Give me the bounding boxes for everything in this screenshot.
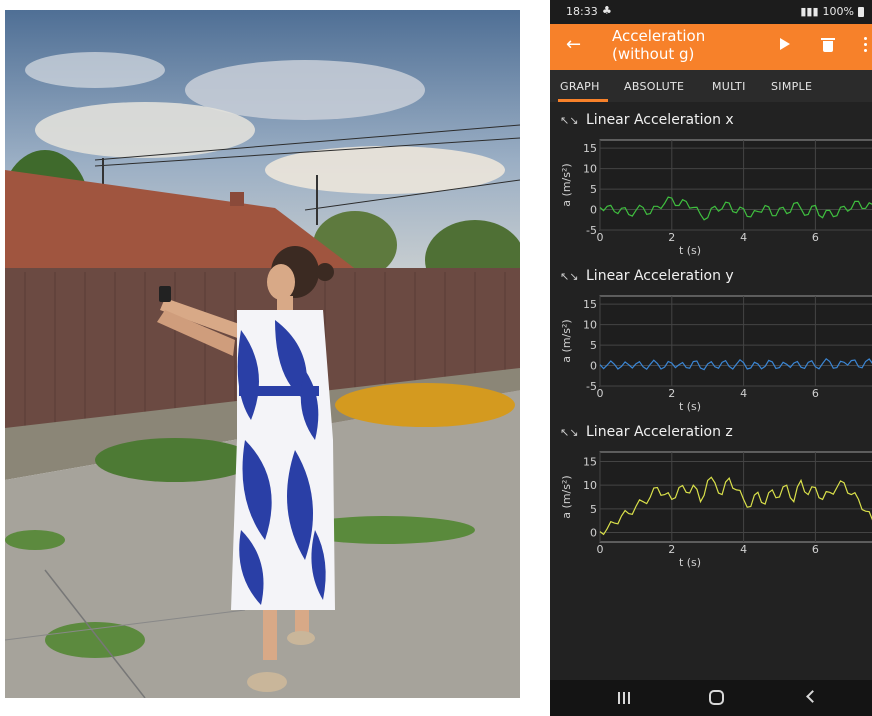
home-icon[interactable] xyxy=(709,690,724,705)
x-axis-label: t (s) xyxy=(679,244,701,257)
x-tick-label: 0 xyxy=(597,543,604,556)
y-tick-label: 15 xyxy=(583,298,597,311)
photo xyxy=(5,10,520,698)
tab-bar: GRAPH ABSOLUTE MULTI SIMPLE xyxy=(550,70,872,102)
recent-apps-icon[interactable] xyxy=(618,692,630,704)
graph-x-header: ↖↘ Linear Acceleration x xyxy=(550,110,872,134)
chart-z: 0 2 4 6 0 5 10 15 t (s) a (m/s²) xyxy=(560,451,872,569)
cloud xyxy=(25,52,165,88)
grass xyxy=(45,622,145,658)
x-tick-label: 6 xyxy=(812,387,819,400)
play-icon[interactable] xyxy=(780,38,790,50)
chart-x: 0 2 4 6-5051015t (s)a (m/s²) xyxy=(560,139,872,257)
graph-z-header: ↖↘ Linear Acceleration z xyxy=(550,422,872,446)
chart-y: 0 2 4 6-5051015t (s)a (m/s²) xyxy=(560,295,872,413)
graph-y-title: Linear Acceleration y xyxy=(586,268,734,284)
x-tick-label: 4 xyxy=(740,231,747,244)
x-tick-label: 2 xyxy=(668,543,675,556)
tab-simple[interactable]: SIMPLE xyxy=(771,80,812,93)
y-tick-label: 10 xyxy=(583,479,597,492)
y-tick-label: -5 xyxy=(586,380,597,393)
x-tick-label: 2 xyxy=(668,231,675,244)
y-axis-label: a (m/s²) xyxy=(560,475,573,518)
app-bar: ← Acceleration (without g) xyxy=(550,24,872,70)
tab-graph[interactable]: GRAPH xyxy=(560,80,600,93)
plot-frame xyxy=(599,139,872,231)
tab-absolute[interactable]: ABSOLUTE xyxy=(624,80,684,93)
android-nav-bar xyxy=(550,680,872,716)
back-arrow-icon[interactable]: ← xyxy=(566,34,581,55)
plot-frame xyxy=(599,295,872,387)
chimney xyxy=(230,192,244,206)
battery-icon xyxy=(858,6,864,17)
app-title-line2: (without g) xyxy=(612,45,695,63)
y-tick-label: 0 xyxy=(590,527,597,540)
status-time: 18:33 xyxy=(566,5,598,18)
signal-icon: ▮▮▮ xyxy=(800,5,819,18)
y-tick-label: 10 xyxy=(583,319,597,332)
x-tick-label: 2 xyxy=(668,387,675,400)
y-tick-label: 5 xyxy=(590,503,597,516)
y-tick-label: 5 xyxy=(590,183,597,196)
notification-icon: ♣ xyxy=(602,4,612,17)
graph-z-title: Linear Acceleration z xyxy=(586,424,733,440)
phone-screen: 18:33 ♣ ▮▮▮ 100% ← Acceleration (without… xyxy=(550,0,872,716)
y-axis-label: a (m/s²) xyxy=(560,319,573,362)
y-tick-label: -5 xyxy=(586,224,597,237)
x-axis-label: t (s) xyxy=(679,400,701,413)
y-tick-label: 15 xyxy=(583,455,597,468)
y-tick-label: 15 xyxy=(583,142,597,155)
active-tab-indicator xyxy=(558,99,608,102)
status-bar: 18:33 ♣ ▮▮▮ 100% xyxy=(550,0,872,24)
expand-icon[interactable]: ↖↘ xyxy=(560,114,578,127)
expand-icon[interactable]: ↖↘ xyxy=(560,270,578,283)
x-tick-label: 0 xyxy=(597,387,604,400)
back-icon[interactable] xyxy=(806,690,819,703)
tab-multi[interactable]: MULTI xyxy=(712,80,746,93)
y-tick-label: 10 xyxy=(583,163,597,176)
x-tick-label: 0 xyxy=(597,231,604,244)
x-axis-label: t (s) xyxy=(679,556,701,569)
x-tick-label: 4 xyxy=(740,543,747,556)
app-title-line1: Acceleration xyxy=(612,27,706,45)
plot-frame xyxy=(599,451,872,543)
trash-icon[interactable] xyxy=(821,38,835,52)
battery-text: 100% xyxy=(822,5,854,18)
graph-x-title: Linear Acceleration x xyxy=(586,112,734,128)
y-axis-label: a (m/s²) xyxy=(560,163,573,206)
app-title: Acceleration (without g) xyxy=(612,27,762,63)
y-tick-label: 5 xyxy=(590,339,597,352)
expand-icon[interactable]: ↖↘ xyxy=(560,426,578,439)
grass xyxy=(95,438,255,482)
graph-y-header: ↖↘ Linear Acceleration y xyxy=(550,266,872,290)
y-tick-label: 0 xyxy=(590,204,597,217)
x-tick-label: 6 xyxy=(812,231,819,244)
flowers xyxy=(335,383,515,427)
y-tick-label: 0 xyxy=(590,360,597,373)
x-tick-label: 6 xyxy=(812,543,819,556)
grass xyxy=(5,530,65,550)
more-menu-icon[interactable] xyxy=(864,37,868,55)
x-tick-label: 4 xyxy=(740,387,747,400)
